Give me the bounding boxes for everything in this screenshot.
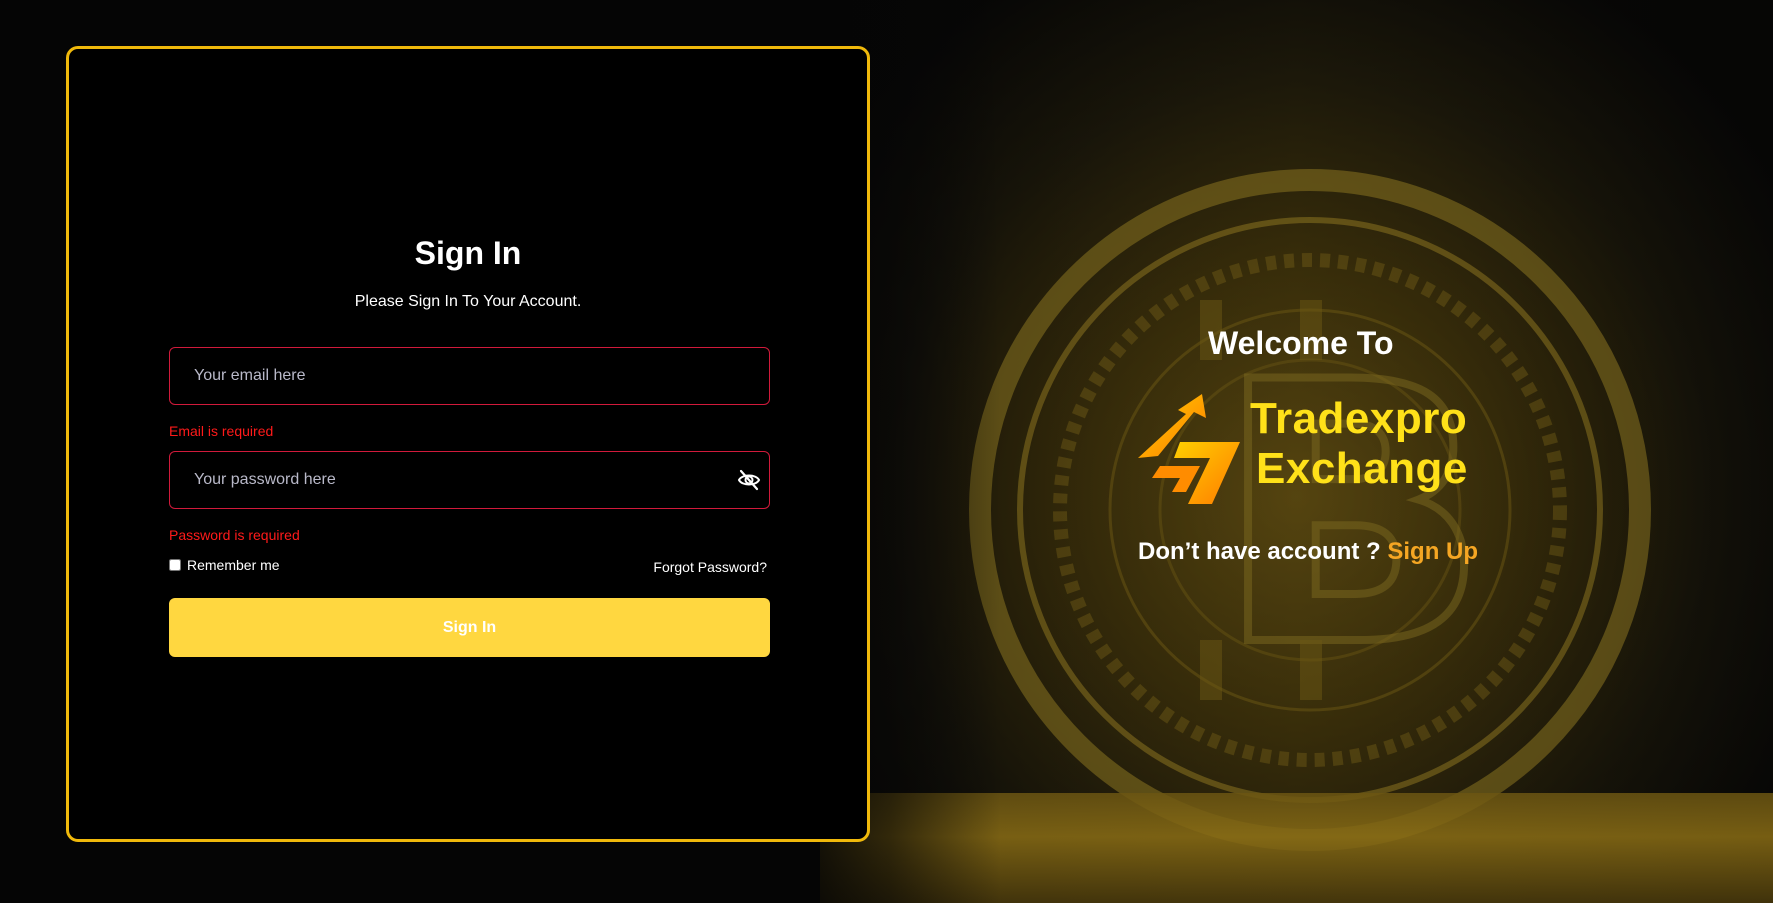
password-field <box>169 451 770 509</box>
brand-logo: Tradexpro Exchange <box>1130 392 1490 512</box>
signin-card: Sign In Please Sign In To Your Account. … <box>66 46 870 842</box>
password-input[interactable] <box>170 452 769 508</box>
eye-slash-icon[interactable] <box>737 469 761 491</box>
forgot-password-link[interactable]: Forgot Password? <box>653 559 767 575</box>
remember-checkbox[interactable] <box>169 559 181 571</box>
signup-prompt: Don’t have account ? Sign Up <box>1138 538 1478 566</box>
password-error: Password is required <box>169 527 300 543</box>
welcome-heading: Welcome To <box>1208 325 1394 361</box>
svg-text:B: B <box>1215 306 1489 725</box>
signin-button[interactable]: Sign In <box>169 598 770 657</box>
email-input[interactable] <box>170 348 769 404</box>
remember-label: Remember me <box>187 557 280 573</box>
brand-name-line1: Tradexpro <box>1250 394 1468 443</box>
email-error: Email is required <box>169 423 274 439</box>
signin-title: Sign In <box>414 235 522 271</box>
email-field <box>169 347 770 405</box>
account-prompt-text: Don’t have account ? <box>1138 538 1381 565</box>
signin-subtitle: Please Sign In To Your Account. <box>354 293 582 310</box>
remember-me[interactable]: Remember me <box>169 557 280 573</box>
brand-name-line2: Exchange <box>1256 444 1468 493</box>
signup-link[interactable]: Sign Up <box>1387 538 1478 565</box>
tradexpro-logo-icon <box>1138 394 1240 504</box>
